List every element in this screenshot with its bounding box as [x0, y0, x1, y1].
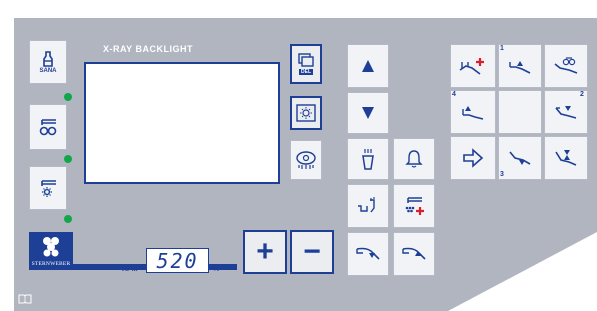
chair-recall-up-button[interactable] [393, 232, 435, 276]
chair-position-1-button[interactable] [498, 44, 542, 88]
chair-position-recall-down-icon [356, 247, 380, 260]
instrument-light-icon [41, 180, 56, 197]
display-del-button[interactable]: DEL [290, 44, 322, 84]
arrow-down-button[interactable] [347, 92, 389, 134]
instrument-dual-button[interactable] [29, 104, 67, 150]
percent-label: % [213, 266, 220, 273]
instrument-dual-icon [39, 119, 57, 136]
chair-position-reset-button[interactable] [544, 136, 588, 180]
rpm-label: RPM [122, 266, 138, 273]
chair-recall-down-button[interactable] [347, 232, 389, 276]
chair-position-reset-icon [555, 150, 577, 166]
sana-led [64, 93, 72, 101]
chair-position-2-icon [555, 106, 577, 119]
sana-button[interactable]: SANA [29, 40, 67, 84]
operating-light-button[interactable] [290, 140, 322, 180]
cup-filler-button[interactable] [347, 138, 389, 180]
chair-program-add-icon [459, 58, 484, 75]
chair-position-1-icon [509, 61, 531, 74]
control-panel: SANA STERNWEBER X-RAY BACKLIGHT RPM 520 … [0, 0, 597, 311]
chair-position-4-icon [462, 106, 484, 120]
chair-position-4-button[interactable] [450, 90, 496, 134]
brand-label: STERNWEBER [31, 261, 71, 267]
chair-position-operator-icon [554, 57, 578, 74]
arrow-down-icon [362, 107, 374, 119]
chair-grid-blank [498, 90, 542, 134]
zone-number-3: 3 [500, 171, 504, 178]
bowl-rinse-icon [358, 197, 375, 213]
bowl-rinse-button[interactable] [347, 184, 389, 228]
plus-button[interactable]: + [243, 230, 287, 274]
flower-logo-icon [43, 237, 59, 257]
chair-enter-button[interactable] [450, 136, 496, 180]
xray-viewer [84, 62, 280, 184]
instrument-spray-add-button[interactable] [393, 184, 435, 228]
chair-position-operator-button[interactable] [544, 44, 588, 88]
xray-backlight-button[interactable] [290, 96, 322, 130]
chair-position-3-button[interactable] [498, 136, 542, 180]
chair-position-recall-up-icon [402, 247, 426, 260]
minus-label: − [303, 235, 321, 268]
instrument-spray-add-icon [405, 197, 424, 215]
del-label: DEL [299, 69, 313, 75]
arrow-up-icon [362, 60, 374, 72]
display-del-icon [298, 53, 314, 67]
sana-label: SANA [39, 67, 57, 74]
zone-number-2: 2 [580, 91, 584, 98]
xray-backlight-icon [296, 104, 316, 122]
instrument-dual-led [64, 155, 72, 163]
sana-icon [43, 50, 53, 67]
instrument-light-button[interactable] [29, 166, 67, 210]
arrow-up-button[interactable] [347, 44, 389, 88]
chair-enter-icon [463, 148, 484, 168]
bell-button[interactable] [393, 138, 435, 180]
zone-number-1: 1 [500, 45, 504, 52]
cup-filler-icon [362, 149, 374, 170]
instrument-light-led [64, 215, 72, 223]
manual-book-icon [18, 294, 32, 304]
plus-label: + [256, 235, 274, 268]
minus-button[interactable]: − [290, 230, 334, 274]
xray-title: X-RAY BACKLIGHT [103, 44, 194, 54]
chair-program-add-button[interactable] [450, 44, 496, 88]
brand-logo: STERNWEBER [29, 232, 73, 270]
rpm-display: 520 [146, 248, 209, 273]
zone-number-4: 4 [452, 91, 456, 98]
bell-icon [405, 150, 423, 168]
operating-light-icon [296, 151, 316, 169]
chair-position-3-icon [509, 151, 531, 165]
